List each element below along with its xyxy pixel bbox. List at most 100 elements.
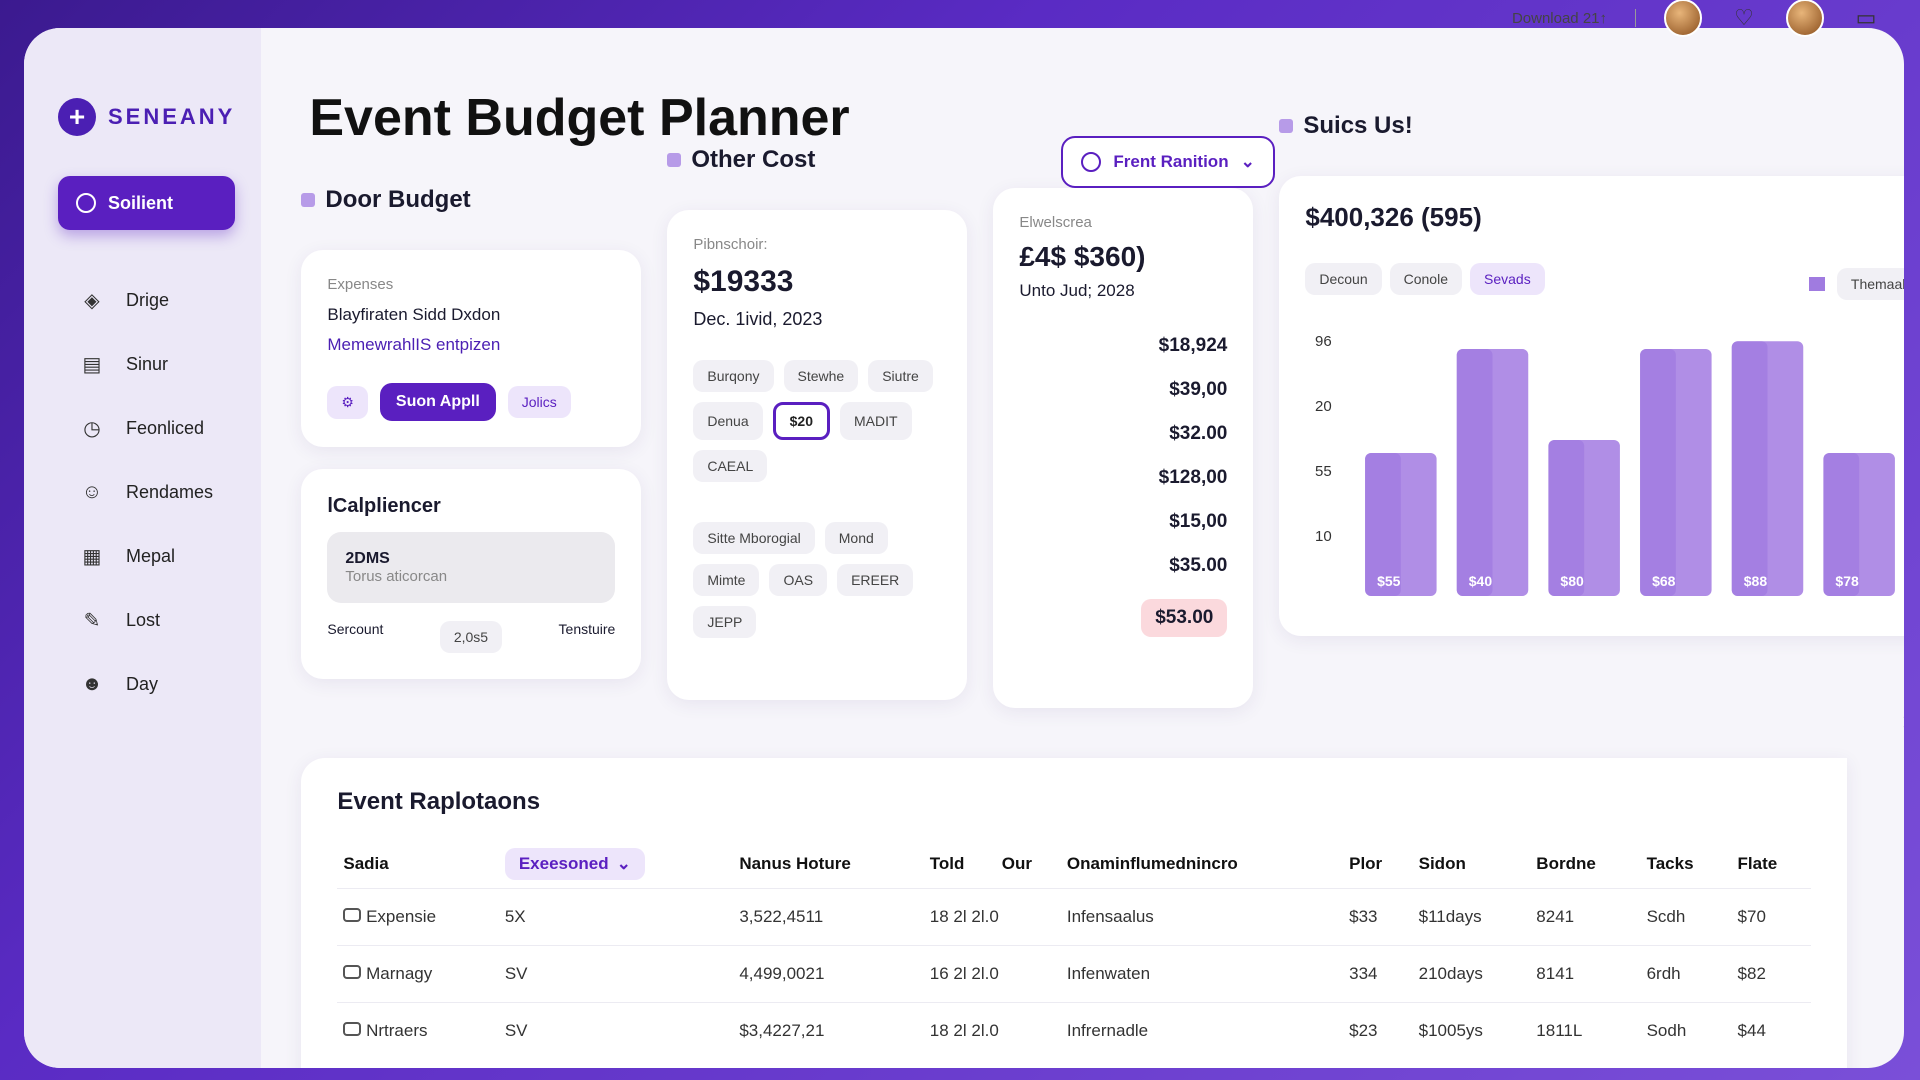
avatar-secondary[interactable] xyxy=(1786,0,1824,37)
col-our[interactable]: Our xyxy=(996,840,1061,889)
amount-item: $32.00 xyxy=(1169,423,1228,444)
cell: 1811L xyxy=(1530,1002,1641,1059)
calpliencer-card: lCalpliencer 2DMS Torus aticorcan Sercou… xyxy=(301,469,642,679)
chip[interactable]: Burqony xyxy=(693,360,774,392)
chevron-down-icon: ⌄ xyxy=(616,854,631,873)
cell: SV xyxy=(498,1002,734,1059)
col-sidon[interactable]: Sidon xyxy=(1413,840,1531,889)
bar-shade xyxy=(1640,349,1677,596)
col-nanus-hoture[interactable]: Nanus Hoture xyxy=(733,840,923,889)
other-cost-heading: Other Cost xyxy=(667,144,967,176)
tab-decoun[interactable]: Decoun xyxy=(1305,263,1382,295)
diamond-icon: ◈ xyxy=(84,289,100,312)
avatar[interactable] xyxy=(1664,0,1702,37)
count-chip[interactable]: 2,0s5 xyxy=(439,621,503,653)
table-row[interactable]: Marnagy SV 4,499,0021 16 2l 2l.0 Infenwa… xyxy=(337,945,1812,1003)
cell: Infrernadle xyxy=(1060,1002,1344,1059)
chip[interactable]: EREER xyxy=(837,564,914,596)
chip[interactable]: Mond xyxy=(824,522,888,554)
message-icon[interactable]: ▭ xyxy=(1852,4,1880,32)
sidebar-item-mepal[interactable]: ▦ Mepal xyxy=(58,524,235,588)
cell: 18 2l 2l.0 xyxy=(923,888,1061,946)
chip[interactable]: MADIT xyxy=(839,402,912,440)
cell: 334 xyxy=(1343,945,1413,1003)
topbar: Download 21↑ ♡ ▭ xyxy=(1512,0,1880,37)
cost-date: Dec. 1ivid, 2023 xyxy=(693,309,823,329)
cards-row: Door Budget Expenses Blayfiraten Sidd Dx… xyxy=(301,112,1904,708)
summary-column: Suics Us! $400,326 (595) Decoun Conole S… xyxy=(1279,110,1904,636)
col-onamin[interactable]: Onaminflumednincro xyxy=(1061,840,1343,889)
amount-item: $39,00 xyxy=(1169,379,1228,400)
highlighted-amount[interactable]: $53.00 xyxy=(1141,599,1228,637)
amount-item: $128,00 xyxy=(1158,467,1228,488)
cell: 5X xyxy=(498,888,734,946)
primary-nav-button[interactable]: Soilient xyxy=(58,176,236,230)
calpliencer-box[interactable]: 2DMS Torus aticorcan xyxy=(327,532,616,603)
expenses-label: Expenses xyxy=(327,276,394,293)
door-budget-card: Expenses Blayfiraten Sidd Dxdon Memewrah… xyxy=(301,250,642,447)
cell: $11days xyxy=(1412,888,1531,946)
box-subtitle: Torus aticorcan xyxy=(345,568,448,585)
dropdown-label: Frent Ranition xyxy=(1113,152,1229,171)
col-flate[interactable]: Flate xyxy=(1732,840,1812,889)
summary-total: $400,326 (595) xyxy=(1305,202,1482,232)
col-exeesoned[interactable]: Exeesoned ⌄ xyxy=(499,840,734,889)
tenstuire-label: Tenstuire xyxy=(558,621,616,637)
cost-amount: $19333 xyxy=(693,265,794,298)
settings-icon[interactable]: ⚙ xyxy=(327,385,368,419)
plus-icon[interactable]: + xyxy=(58,98,96,136)
close-icon[interactable]: ✕ xyxy=(1901,710,1904,736)
table-header-row: Sadia Exeesoned ⌄ Nanus Hoture Told Our O… xyxy=(337,840,1811,889)
heart-icon[interactable]: ♡ xyxy=(1730,4,1758,32)
bar-value-label: $55 xyxy=(1377,573,1401,589)
col-sadia[interactable]: Sadia xyxy=(337,840,498,889)
cell: $33 xyxy=(1343,888,1413,946)
apply-button[interactable]: Suon Appll xyxy=(379,383,496,421)
chip[interactable]: Sitte Mborogial xyxy=(693,522,815,554)
table-row[interactable]: Nrtraers SV $3,4227,21 18 2l 2l.0 Infrer… xyxy=(337,1002,1812,1059)
other-cost-card: Pibnschoir: $19333 Dec. 1ivid, 2023 Burq… xyxy=(667,210,968,700)
chip[interactable]: Stewhe xyxy=(783,360,859,392)
event-dropdown[interactable]: Frent Ranition ⌄ xyxy=(1061,136,1275,188)
chip[interactable]: CAEAL xyxy=(693,450,768,482)
tab-sevads[interactable]: Sevads xyxy=(1470,263,1545,295)
amount-item: $35.00 xyxy=(1169,555,1228,576)
chart-legend: Themaal xyxy=(1808,268,1904,300)
sidebar-item-label: Day xyxy=(126,673,159,694)
table-row[interactable]: Expensie 5X 3,522,4511 18 2l 2l.0 Infens… xyxy=(337,888,1812,946)
chip[interactable]: JEPP xyxy=(693,606,757,638)
legend-label[interactable]: Themaal xyxy=(1836,268,1904,300)
other-cost-column: Other Cost Pibnschoir: $19333 Dec. 1ivid… xyxy=(667,144,968,700)
sidebar-item-feonliced[interactable]: ◷ Feonliced xyxy=(58,396,235,460)
chip[interactable]: Denua xyxy=(693,402,763,440)
list-icon: ▤ xyxy=(82,353,102,376)
cost-chip-group-2: Sitte Mborogial Mond Mimte OAS EREER JEP… xyxy=(693,522,941,638)
cell: 16 2l 2l.0 xyxy=(923,945,1061,1003)
col-plor[interactable]: Plor xyxy=(1343,840,1413,889)
selected-chip[interactable]: $20 xyxy=(772,402,830,440)
sidebar-item-label: Feonliced xyxy=(126,417,205,438)
budget-line-2: MemewrahlIS entpizen xyxy=(327,335,501,354)
download-label[interactable]: Download 21↑ xyxy=(1512,10,1607,27)
sidebar-item-day[interactable]: ☻ Day xyxy=(58,652,235,716)
sidebar-item-label: Mepal xyxy=(126,545,176,566)
chip[interactable]: Siutre xyxy=(868,360,933,392)
events-table-card: Event Raplotaons Sadia Exeesoned ⌄ Nanus … xyxy=(301,758,1848,1068)
bullet-icon xyxy=(1279,119,1294,133)
sidebar-item-drige[interactable]: ◈ Drige xyxy=(58,268,235,332)
cost-chip-group: Burqony Stewhe Siutre Denua $20 MADIT CA… xyxy=(693,360,941,482)
tab-conole[interactable]: Conole xyxy=(1389,263,1462,295)
col-tacks[interactable]: Tacks xyxy=(1641,840,1732,889)
chip[interactable]: Mimte xyxy=(693,564,760,596)
box-title: 2DMS xyxy=(345,550,390,567)
sidebar-item-sinur[interactable]: ▤ Sinur xyxy=(58,332,235,396)
jolics-chip[interactable]: Jolics xyxy=(507,386,571,418)
sidebar-item-lost[interactable]: ✎ Lost xyxy=(58,588,235,652)
sidebar-item-rendames[interactable]: ☺ Rendames xyxy=(58,460,235,524)
pen-icon: ✎ xyxy=(83,609,101,632)
door-budget-heading: Door Budget xyxy=(301,184,641,216)
col-told[interactable]: Told xyxy=(924,840,996,889)
col-bordne[interactable]: Bordne xyxy=(1530,840,1640,889)
amount-item: $15,00 xyxy=(1169,511,1228,532)
chip[interactable]: OAS xyxy=(769,564,828,596)
